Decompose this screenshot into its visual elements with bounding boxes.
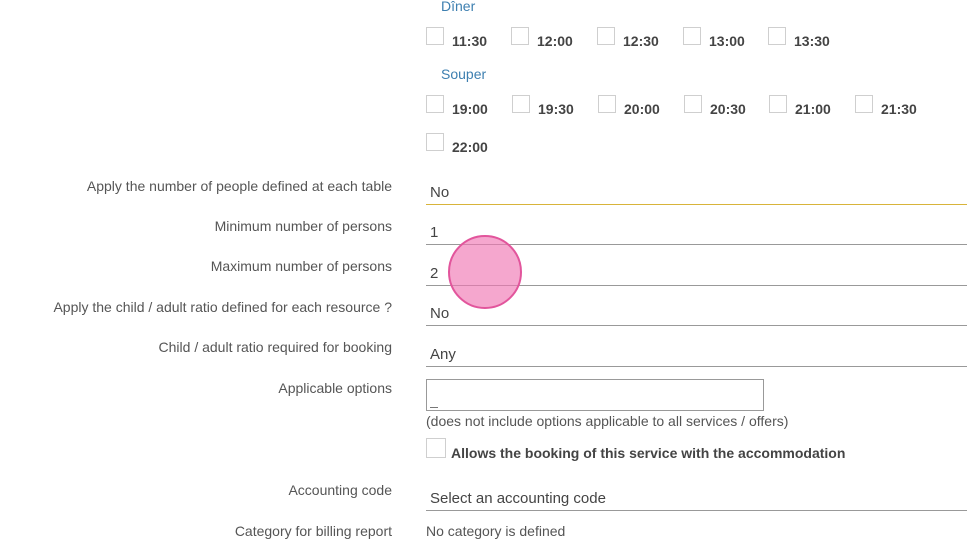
time-slot-label: 21:00 [795, 101, 831, 117]
max-persons-value: 2 [430, 265, 439, 282]
apply-people-table-label: Apply the number of people defined at ea… [86, 178, 392, 194]
time-slot-checkbox[interactable] [511, 27, 529, 45]
time-slot-label: 19:00 [452, 101, 488, 117]
time-slot-label: 21:30 [881, 101, 917, 117]
time-slot-label: 12:00 [537, 33, 573, 49]
time-slot-label: 20:30 [710, 101, 746, 117]
allow-accommodation-label: Allows the booking of this service with … [451, 445, 846, 461]
options-hint: (does not include options applicable to … [426, 413, 789, 429]
touch-indicator [448, 235, 522, 309]
time-slot-checkbox[interactable] [769, 95, 787, 113]
accounting-code-select[interactable]: Select an accounting code [426, 485, 967, 511]
section-title-diner: Dîner [441, 0, 476, 14]
min-persons-label: Minimum number of persons [214, 218, 392, 234]
apply-child-ratio-select[interactable]: No [426, 300, 967, 326]
time-slot-label: 20:00 [624, 101, 660, 117]
child-ratio-label: Child / adult ratio required for booking [158, 339, 392, 355]
time-slot-checkbox[interactable] [512, 95, 530, 113]
apply-child-ratio-label: Apply the child / adult ratio defined fo… [53, 299, 392, 315]
time-slot-checkbox[interactable] [855, 95, 873, 113]
time-slot-label: 13:00 [709, 33, 745, 49]
time-slot-checkbox[interactable] [426, 27, 444, 45]
time-slot-label: 19:30 [538, 101, 574, 117]
child-ratio-select[interactable]: Any [426, 341, 967, 367]
time-slot-checkbox[interactable] [768, 27, 786, 45]
max-persons-label: Maximum number of persons [210, 258, 392, 274]
min-persons-value: 1 [430, 224, 439, 241]
options-multiselect[interactable] [426, 379, 764, 411]
time-slot-checkbox[interactable] [598, 95, 616, 113]
apply-people-table-select[interactable]: No [426, 179, 967, 205]
time-slot-label: 22:00 [452, 139, 488, 155]
accounting-code-label: Accounting code [288, 482, 392, 498]
apply-people-table-value: No [430, 184, 450, 201]
time-slot-checkbox[interactable] [684, 95, 702, 113]
time-slot-checkbox[interactable] [597, 27, 615, 45]
time-slot-checkbox[interactable] [426, 133, 444, 151]
accounting-code-placeholder: Select an accounting code [430, 490, 606, 507]
time-slot-checkbox[interactable] [683, 27, 701, 45]
time-slot-label: 13:30 [794, 33, 830, 49]
allow-accommodation-checkbox[interactable] [426, 438, 446, 458]
section-title-souper: Souper [441, 66, 487, 82]
apply-child-ratio-value: No [430, 305, 450, 322]
billing-category-label: Category for billing report [234, 523, 392, 539]
child-ratio-value: Any [430, 346, 456, 363]
time-slot-label: 12:30 [623, 33, 659, 49]
min-persons-input[interactable]: 1 [426, 219, 967, 245]
text-cursor-icon [430, 407, 438, 408]
billing-category-value: No category is defined [426, 523, 566, 539]
options-label: Applicable options [278, 380, 392, 396]
time-slot-checkbox[interactable] [426, 95, 444, 113]
time-slot-label: 11:30 [452, 33, 488, 49]
